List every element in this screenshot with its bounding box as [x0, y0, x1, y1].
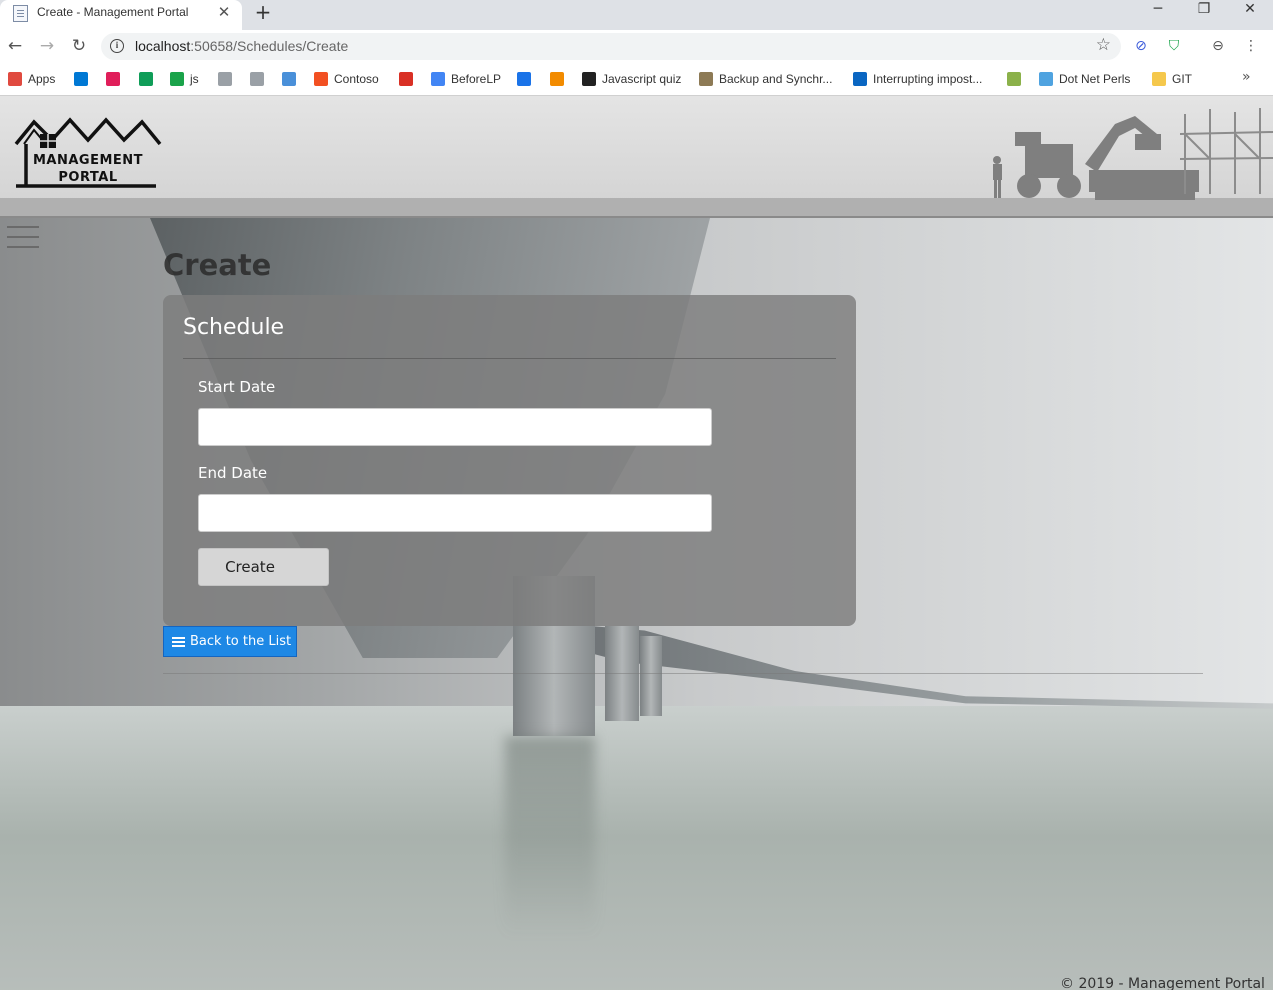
url-host: localhost	[135, 38, 191, 54]
hamburger-menu-icon[interactable]	[7, 226, 39, 248]
bookmark-item[interactable]	[517, 70, 537, 88]
bookmark-item[interactable]	[550, 70, 570, 88]
bookmark-item[interactable]	[139, 70, 159, 88]
azure-devops-icon	[74, 72, 88, 86]
bookmark-label: BeforeLP	[451, 72, 502, 86]
bookmark-item[interactable]	[399, 70, 419, 88]
bookmark-item[interactable]	[74, 70, 94, 88]
bookmark-item[interactable]: BeforeLP	[431, 70, 501, 88]
tiles-icon	[1039, 72, 1053, 86]
bookmark-label: GIT	[1172, 72, 1192, 86]
restore-icon[interactable]: ❐	[1181, 0, 1227, 22]
bookmark-item[interactable]	[106, 70, 126, 88]
hangouts-icon	[139, 72, 153, 86]
calendar-icon	[517, 72, 531, 86]
bookmark-label: js	[190, 72, 199, 86]
logo-line-2: PORTAL	[58, 170, 118, 185]
bookmark-label: Apps	[28, 72, 56, 86]
photo-icon	[699, 72, 713, 86]
shield-extension-icon[interactable]: ⛉	[1165, 37, 1183, 55]
bookmark-item[interactable]	[218, 70, 238, 88]
github-icon	[582, 72, 596, 86]
gmail-icon	[399, 72, 413, 86]
bookmark-item[interactable]	[282, 70, 302, 88]
bookmark-item[interactable]	[1007, 70, 1027, 88]
bookmark-item[interactable]: Interrupting impost...	[853, 70, 982, 88]
edge-icon	[218, 72, 232, 86]
browser-tab-strip: Create - Management Portal ✕ + ─ ❐ ✕	[0, 0, 1273, 30]
close-window-icon[interactable]: ✕	[1227, 0, 1273, 22]
back-arrow-icon[interactable]: ←	[5, 36, 25, 56]
bookmark-item[interactable]: Backup and Synchr...	[699, 70, 832, 88]
bookmark-item[interactable]: Javascript quiz	[582, 70, 681, 88]
forward-arrow-icon[interactable]: →	[37, 36, 57, 56]
tab-title: Create - Management Portal	[37, 5, 189, 19]
microsoft-icon	[314, 72, 328, 86]
close-tab-icon[interactable]: ✕	[215, 3, 233, 21]
bookmark-star-icon[interactable]: ☆	[1096, 35, 1111, 55]
page-title: Create	[163, 248, 272, 282]
bookmark-label: Contoso	[334, 72, 379, 86]
background-water	[0, 706, 1273, 990]
bookmark-label: Interrupting impost...	[873, 72, 983, 86]
folder-icon	[1152, 72, 1166, 86]
edge-icon	[250, 72, 264, 86]
bookmarks-bar: Apps js Contoso BeforeLP Javascript quiz Back…	[0, 64, 1273, 96]
info-icon[interactable]: i	[110, 39, 124, 53]
document-favicon-icon	[13, 5, 28, 22]
browser-toolbar: ← → ↻ i localhost:50658/Schedules/Create…	[0, 30, 1273, 64]
dh-icon	[1007, 72, 1021, 86]
content-divider	[163, 673, 1203, 674]
s-logo-icon	[170, 72, 184, 86]
bookmark-label: Backup and Synchr...	[719, 72, 833, 86]
site-logo[interactable]: MANAGEMENT PORTAL	[14, 116, 162, 192]
bookmark-label: Dot Net Perls	[1059, 72, 1131, 86]
bookmark-item[interactable]: GIT	[1152, 70, 1192, 88]
bookmark-item[interactable]: Dot Net Perls	[1039, 70, 1130, 88]
linkedin-icon	[853, 72, 867, 86]
apps-grid-icon	[8, 72, 22, 86]
back-to-list-label: Back to the List	[190, 634, 292, 649]
card-divider	[183, 358, 836, 359]
profile-icon[interactable]: ⊖	[1209, 37, 1227, 55]
block-extension-icon[interactable]: ⊘	[1132, 37, 1150, 55]
logo-line-1: MANAGEMENT	[32, 153, 144, 168]
background-bridge-span	[590, 626, 1273, 709]
bookmark-item[interactable]	[250, 70, 270, 88]
background-pillar-reflection	[505, 736, 595, 936]
menu-kebab-icon[interactable]: ⋮	[1242, 37, 1260, 55]
site-header: MANAGEMENT PORTAL	[0, 96, 1273, 218]
more-bookmarks-icon[interactable]: »	[1242, 69, 1251, 85]
header-band	[0, 198, 1273, 216]
bookmark-item[interactable]: Contoso	[314, 70, 379, 88]
address-bar[interactable]: i localhost:50658/Schedules/Create ☆	[101, 33, 1121, 60]
card-title: Schedule	[183, 315, 285, 340]
start-date-label: Start Date	[198, 378, 276, 396]
page-content: MANAGEMENT PORTAL Create Schedule Start …	[0, 96, 1273, 990]
minimize-icon[interactable]: ─	[1135, 0, 1181, 22]
logo-text: MANAGEMENT PORTAL	[14, 152, 162, 186]
orange-p-icon	[550, 72, 564, 86]
back-to-list-button[interactable]: Back to the List	[163, 626, 297, 657]
bookmark-item[interactable]: Apps	[8, 70, 55, 88]
create-button[interactable]: Create	[198, 548, 329, 586]
browser-tab[interactable]: Create - Management Portal ✕	[0, 0, 242, 30]
new-tab-icon[interactable]: +	[253, 0, 273, 24]
reload-icon[interactable]: ↻	[69, 36, 89, 56]
construction-silhouette-icon	[993, 108, 1273, 200]
end-date-label: End Date	[198, 464, 268, 482]
start-date-input[interactable]	[198, 408, 712, 446]
bookmark-item[interactable]: js	[170, 70, 199, 88]
docs-icon	[431, 72, 445, 86]
url-path: :50658/Schedules/Create	[190, 38, 349, 54]
footer-text: © 2019 - Management Portal	[1060, 976, 1265, 990]
background-bridge-pillar	[640, 636, 662, 716]
bookmark-label: Javascript quiz	[602, 72, 682, 86]
list-icon	[172, 636, 185, 647]
url-text[interactable]: localhost:50658/Schedules/Create	[135, 38, 348, 54]
end-date-input[interactable]	[198, 494, 712, 532]
cloud-icon	[282, 72, 296, 86]
schedule-form-card: Schedule Start Date End Date Create	[163, 295, 856, 626]
slack-icon	[106, 72, 120, 86]
